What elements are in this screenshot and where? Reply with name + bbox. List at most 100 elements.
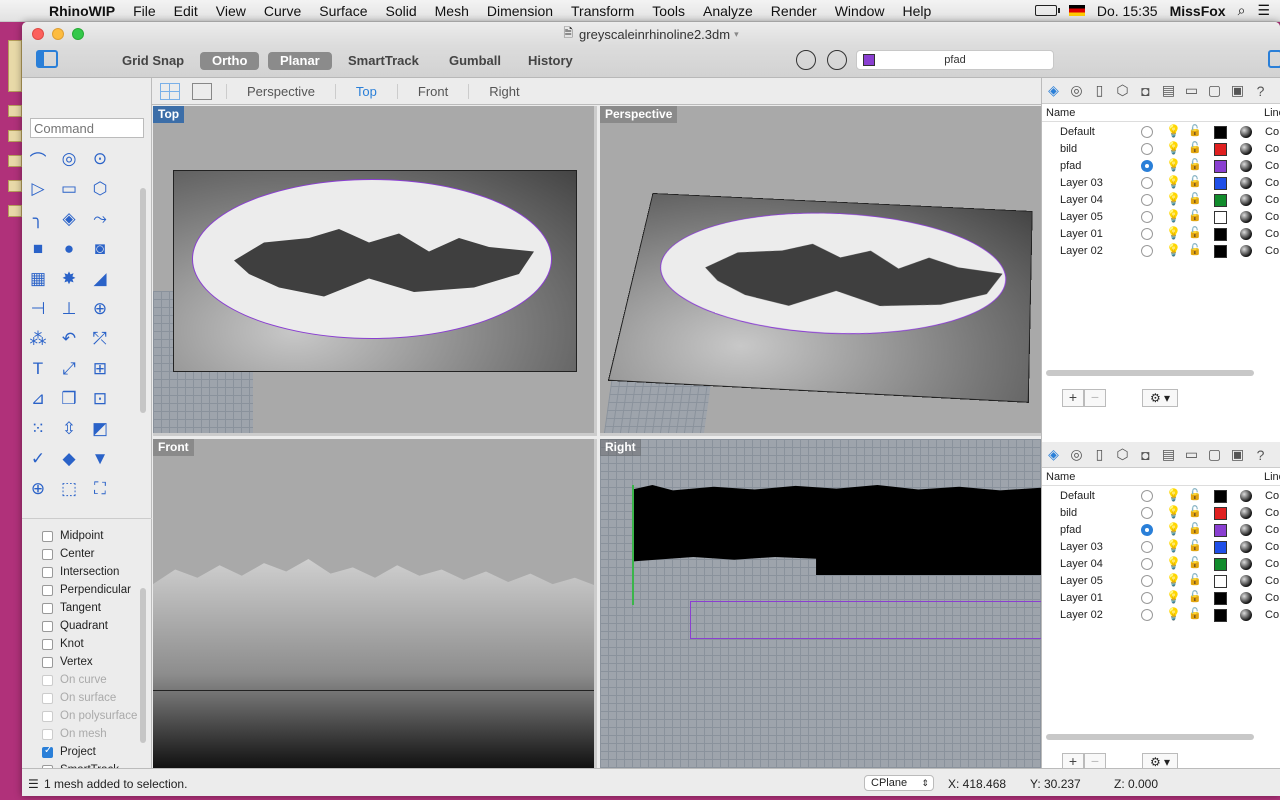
layer-lock-icon[interactable]: 🔓 (1188, 209, 1202, 222)
osnap-checkbox[interactable] (42, 745, 53, 758)
layer-row[interactable]: Layer 02 💡 🔓 Co (1042, 607, 1280, 624)
viewport-label-front[interactable]: Front (153, 439, 194, 456)
layer-name[interactable]: Layer 03 (1060, 177, 1103, 189)
osnap-intersection[interactable]: Intersection (42, 563, 119, 581)
layer-material-icon[interactable] (1240, 575, 1252, 587)
layer-name[interactable]: Layer 01 (1060, 592, 1103, 604)
layer-linetype[interactable]: Co (1265, 211, 1279, 223)
layer-lock-icon[interactable]: 🔓 (1188, 556, 1202, 569)
menu-solid[interactable]: Solid (377, 3, 426, 19)
osnap-checkbox[interactable] (42, 620, 53, 632)
layer-linetype[interactable]: Co (1265, 524, 1279, 536)
libraries-tab-icon[interactable]: ▭ (1180, 446, 1203, 464)
polygon-tool-icon[interactable]: ⬡ (88, 178, 112, 200)
layer-material-icon[interactable] (1240, 609, 1252, 621)
layer-lock-icon[interactable]: 🔓 (1188, 243, 1202, 256)
layer-name[interactable]: Layer 01 (1060, 228, 1103, 240)
current-layer-radio[interactable] (1141, 592, 1153, 604)
current-layer-radio[interactable] (1141, 143, 1153, 155)
layer-material-icon[interactable] (1240, 211, 1252, 223)
osnap-on-polysurface[interactable]: On polysurface (42, 707, 137, 725)
current-layer-radio[interactable] (1141, 524, 1153, 536)
tab-perspective[interactable]: Perspective (226, 83, 335, 99)
layer-color-swatch[interactable] (1214, 126, 1227, 139)
tab-right[interactable]: Right (468, 83, 539, 99)
tab-top[interactable]: Top (334, 83, 397, 99)
layout-tab-icon[interactable]: ▢ (1203, 446, 1226, 464)
ortho-button[interactable]: Ortho (200, 52, 260, 70)
surface-tool-icon[interactable]: ◈ (57, 208, 81, 230)
osnap-project[interactable]: Project (42, 743, 96, 761)
monitor-tab-icon[interactable]: ▣ (1226, 82, 1249, 100)
notification-center-icon[interactable]: ☰ (1257, 2, 1270, 19)
layer-lock-icon[interactable]: 🔓 (1188, 192, 1202, 205)
current-layer-field[interactable]: pfad (856, 50, 1054, 70)
current-layer-radio[interactable] (1141, 228, 1153, 240)
layer-color-swatch[interactable] (1214, 143, 1227, 156)
filter-icon[interactable] (827, 50, 847, 70)
close-window-button[interactable] (32, 28, 44, 40)
materials-tab-icon[interactable]: ▤ (1157, 82, 1180, 100)
camera-tab-icon[interactable]: ◘ (1134, 82, 1157, 100)
osnap-vertex[interactable]: Vertex (42, 653, 93, 671)
four-viewport-layout-icon[interactable] (160, 82, 180, 100)
layer-color-swatch[interactable] (1214, 541, 1227, 554)
single-viewport-layout-icon[interactable] (192, 82, 212, 100)
layer-name[interactable]: bild (1060, 507, 1077, 519)
layer-linetype[interactable]: Co (1265, 160, 1279, 172)
osnap-checkbox[interactable] (42, 692, 53, 704)
mesh-terrain-front[interactable] (153, 559, 594, 768)
layer-lock-icon[interactable]: 🔓 (1188, 175, 1202, 188)
layers-horizontal-scrollbar[interactable] (1046, 734, 1254, 740)
layer-row[interactable]: Layer 01 💡 🔓 Co (1042, 590, 1280, 607)
layer-material-icon[interactable] (1240, 592, 1252, 604)
libraries-tab-icon[interactable]: ▭ (1180, 82, 1203, 100)
layer-name[interactable]: bild (1060, 143, 1077, 155)
menubar-user[interactable]: MissFox (1170, 3, 1226, 19)
layer-row[interactable]: Layer 01 💡 🔓 Co (1042, 226, 1280, 243)
check-tool-icon[interactable]: ✓ (26, 448, 50, 470)
input-source-flag-icon[interactable] (1068, 5, 1085, 16)
history-button[interactable]: History (516, 52, 585, 70)
minimize-window-button[interactable] (52, 28, 64, 40)
layer-lock-icon[interactable]: 🔓 (1188, 226, 1202, 239)
layer-linetype[interactable]: Co (1265, 541, 1279, 553)
current-layer-radio[interactable] (1141, 194, 1153, 206)
record-history-icon[interactable] (796, 50, 816, 70)
layer-color-swatch[interactable] (1214, 524, 1227, 537)
layer-options-gear-icon[interactable]: ⚙ ▾ (1142, 389, 1178, 407)
layer-lock-icon[interactable]: 🔓 (1188, 124, 1202, 137)
menu-transform[interactable]: Transform (562, 3, 643, 19)
menu-help[interactable]: Help (894, 3, 941, 19)
layers-tab-icon[interactable]: ◈ (1042, 446, 1065, 464)
layer-lock-icon[interactable]: 🔓 (1188, 158, 1202, 171)
greyscale-map-mesh[interactable] (173, 170, 577, 372)
layer-material-icon[interactable] (1240, 541, 1252, 553)
layer-visibility-bulb-icon[interactable]: 💡 (1166, 522, 1181, 536)
layer-linetype[interactable]: Co (1265, 126, 1279, 138)
layer-lock-icon[interactable]: 🔓 (1188, 607, 1202, 620)
viewport-right[interactable]: Right (600, 439, 1041, 768)
current-layer-radio[interactable] (1141, 609, 1153, 621)
layer-color-swatch[interactable] (1214, 490, 1227, 503)
layer-material-icon[interactable] (1240, 558, 1252, 570)
display-tab-icon[interactable]: ◎ (1065, 82, 1088, 100)
osnap-checkbox[interactable] (42, 530, 53, 542)
osnap-checkbox[interactable] (42, 728, 53, 740)
planar-button[interactable]: Planar (268, 52, 332, 70)
solid-edit-tool-icon[interactable]: ❒ (57, 388, 81, 410)
osnap-checkbox[interactable] (42, 584, 53, 596)
spotlight-search-icon[interactable]: ⌕ (1238, 2, 1246, 19)
layer-linetype[interactable]: Co (1265, 490, 1279, 502)
layer-visibility-bulb-icon[interactable]: 💡 (1166, 488, 1181, 502)
trim-tool-icon[interactable]: ⊥ (57, 298, 81, 320)
transform-tool-icon[interactable]: ⤱ (88, 328, 112, 350)
layer-row[interactable]: bild 💡 🔓 Co (1042, 505, 1280, 522)
right-sidebar-toggle-icon[interactable] (1268, 50, 1280, 68)
layer-visibility-bulb-icon[interactable]: 💡 (1166, 556, 1181, 570)
extrude-tool-icon[interactable]: ◢ (88, 268, 112, 290)
layer-name[interactable]: Default (1060, 490, 1095, 502)
layer-material-icon[interactable] (1240, 524, 1252, 536)
menu-analyze[interactable]: Analyze (694, 3, 762, 19)
layer-linetype[interactable]: Co (1265, 245, 1279, 257)
